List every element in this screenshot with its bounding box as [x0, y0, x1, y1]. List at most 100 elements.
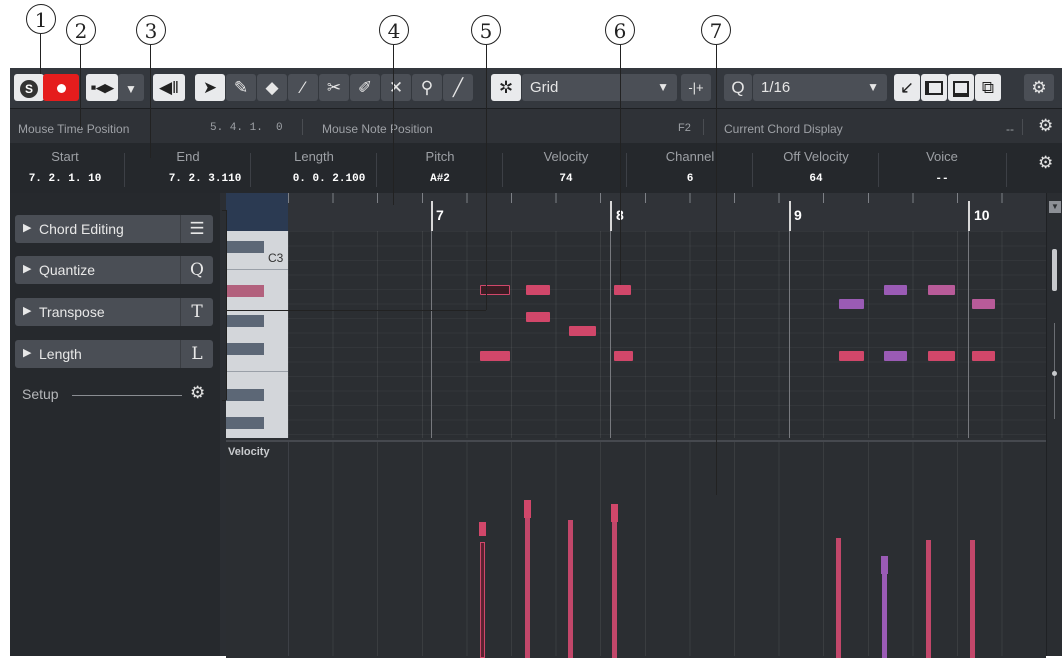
- channel-value[interactable]: 6: [630, 173, 750, 185]
- note[interactable]: [884, 285, 907, 295]
- zoom-slider-thumb[interactable]: [1052, 371, 1057, 376]
- callout-line: [393, 45, 394, 205]
- piano-keyboard[interactable]: C3: [226, 231, 288, 438]
- velocity-bar[interactable]: [970, 540, 975, 658]
- velocity-lane[interactable]: Velocity: [226, 440, 1046, 658]
- record-icon: [56, 84, 66, 93]
- snap-type-label: Grid: [530, 79, 559, 96]
- note[interactable]: [526, 312, 550, 322]
- vertical-zoom-bar[interactable]: ▼: [1046, 193, 1062, 656]
- note[interactable]: [614, 351, 633, 361]
- lower-zone-icon: [953, 81, 969, 97]
- speaker-button[interactable]: ◀‖: [153, 74, 185, 101]
- zoom-tool[interactable]: ⚲: [412, 74, 442, 101]
- setup-window-button[interactable]: ⧉: [975, 74, 1001, 101]
- toolbar: S ▪◂▸ ▼ ◀‖ ➤ ✎ ◆ ⁄ ✂ ✐ ✕ ⚲ ╱ ✲ Grid ▼ -|…: [10, 68, 1062, 109]
- callout-bracket: [226, 210, 227, 400]
- trim-tool[interactable]: ⁄: [288, 74, 318, 101]
- arrow-icon: ↙: [899, 78, 915, 97]
- callout-line: [226, 310, 486, 311]
- section-length[interactable]: ▶ Length L: [15, 340, 213, 368]
- transport-button[interactable]: ▪◂▸: [86, 74, 118, 101]
- lower-zone-toggle[interactable]: [948, 74, 974, 101]
- gear-icon[interactable]: ⚙: [190, 383, 205, 403]
- velocity-bar[interactable]: [926, 540, 931, 658]
- record-button[interactable]: [43, 74, 79, 101]
- note[interactable]: [614, 285, 631, 295]
- ruler[interactable]: 7 8 9 10: [226, 193, 1046, 232]
- end-value[interactable]: 7. 2. 3.110: [150, 173, 260, 185]
- off-velocity-value[interactable]: 64: [756, 173, 876, 185]
- erase-tool[interactable]: ◆: [257, 74, 287, 101]
- gear-icon[interactable]: ⚙: [1038, 153, 1053, 173]
- chevron-down-icon[interactable]: ▼: [1049, 201, 1061, 213]
- note-selected[interactable]: [480, 285, 510, 295]
- quantize-button[interactable]: Q: [724, 74, 752, 101]
- solo-button[interactable]: S: [14, 74, 44, 101]
- note[interactable]: [928, 285, 955, 295]
- velocity-bar[interactable]: [525, 514, 530, 658]
- vertical-scroll-handle[interactable]: [1052, 249, 1057, 291]
- note[interactable]: [972, 351, 995, 361]
- quantize-key: Q: [180, 256, 213, 284]
- divider: [1022, 119, 1023, 135]
- snap-toggle-icon: -|+: [688, 80, 704, 95]
- velocity-handle[interactable]: [479, 522, 486, 536]
- solo-icon: S: [20, 80, 38, 98]
- velocity-bar[interactable]: [568, 520, 573, 658]
- snap-live-button[interactable]: -|+: [681, 74, 711, 101]
- start-label: Start: [51, 149, 79, 164]
- gear-icon[interactable]: ⚙: [1038, 116, 1053, 136]
- note[interactable]: [526, 285, 550, 295]
- toolbar-settings-button[interactable]: ⚙: [1024, 74, 1054, 101]
- mute-tool[interactable]: ✕: [381, 74, 411, 101]
- voice-label: Voice: [926, 149, 958, 164]
- velocity-handle[interactable]: [881, 556, 888, 574]
- ruler-keys-area: [226, 193, 288, 231]
- transport-dropdown[interactable]: ▼: [118, 74, 144, 101]
- callout-2: 2: [66, 15, 96, 45]
- mouse-time-label: Mouse Time Position: [18, 122, 130, 136]
- ruler-bar-line: [968, 201, 970, 231]
- draw-tool[interactable]: ✎: [226, 74, 256, 101]
- note[interactable]: [972, 299, 995, 309]
- voice-value[interactable]: --: [882, 173, 1002, 185]
- pitch-value[interactable]: A#2: [380, 173, 500, 185]
- note[interactable]: [928, 351, 955, 361]
- start-value[interactable]: 7. 2. 1. 10: [10, 173, 120, 185]
- velocity-bar[interactable]: [882, 570, 887, 658]
- note[interactable]: [884, 351, 907, 361]
- snap-type-dropdown[interactable]: Grid ▼: [522, 74, 677, 101]
- velocity-bar[interactable]: [612, 504, 617, 658]
- pitch-label: Pitch: [425, 149, 455, 164]
- note-grid[interactable]: [288, 231, 1046, 438]
- black-key: [226, 417, 264, 429]
- left-zone-toggle[interactable]: [921, 74, 947, 101]
- velocity-handle[interactable]: [524, 500, 531, 518]
- section-transpose[interactable]: ▶ Transpose T: [15, 298, 213, 326]
- note[interactable]: [839, 299, 864, 309]
- ruler-bar-line: [789, 201, 791, 231]
- note[interactable]: [839, 351, 864, 361]
- autoscroll-button[interactable]: ↙: [894, 74, 920, 101]
- callout-line: [716, 45, 717, 495]
- mouse-note-label: Mouse Note Position: [322, 122, 433, 136]
- black-key: [226, 343, 264, 355]
- length-value[interactable]: 0. 0. 2.100: [274, 173, 384, 185]
- velocity-bar-selected[interactable]: [480, 542, 485, 658]
- note[interactable]: [569, 326, 596, 336]
- object-selection-tool[interactable]: ➤: [195, 74, 225, 101]
- velocity-bar[interactable]: [836, 538, 841, 658]
- note[interactable]: [480, 351, 510, 361]
- snap-button[interactable]: ✲: [491, 74, 521, 101]
- left-zone-inspector: ▶ Chord Editing ☰ ▶ Quantize Q ▶ Transpo…: [10, 193, 220, 656]
- velocity-value[interactable]: 74: [506, 173, 626, 185]
- bar-line: [789, 231, 790, 438]
- quantize-preset-dropdown[interactable]: 1/16 ▼: [753, 74, 887, 101]
- section-quantize[interactable]: ▶ Quantize Q: [15, 256, 213, 284]
- glue-tool[interactable]: ✐: [350, 74, 380, 101]
- section-chord-editing[interactable]: ▶ Chord Editing ☰: [15, 215, 213, 243]
- line-tool[interactable]: ╱: [443, 74, 473, 101]
- velocity-handle[interactable]: [611, 504, 618, 522]
- split-tool[interactable]: ✂: [319, 74, 349, 101]
